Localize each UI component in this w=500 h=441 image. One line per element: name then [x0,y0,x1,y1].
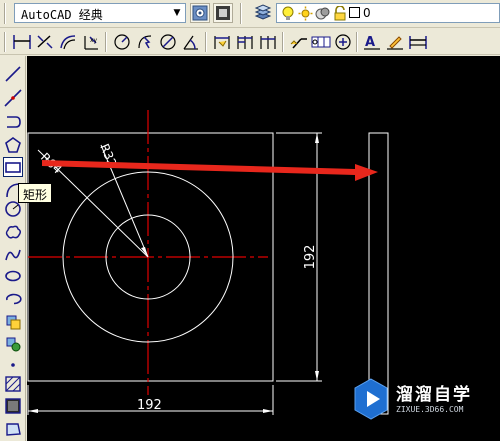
color-ring-icon[interactable] [315,6,331,21]
watermark: 溜溜自学 ZIXUE.3D66.COM [352,372,472,426]
layer-manager-icon[interactable] [253,3,273,23]
hatch-icon[interactable] [3,374,23,394]
ellipse-arc-icon[interactable] [3,289,23,309]
construction-line-icon[interactable] [3,88,23,108]
play-logo-icon [354,378,388,420]
dim-text-vertical: 192 [303,245,318,270]
separator [282,32,284,52]
dimension-edit-icon[interactable]: A [362,32,382,52]
ordinate-dimension-icon[interactable]: xy [81,32,101,52]
annotation-arrow [42,160,378,181]
chevron-down-icon[interactable]: ▼ [170,5,184,21]
workspace-toggle-icon[interactable] [213,3,233,23]
separator [205,32,207,52]
insert-block-icon[interactable] [3,312,23,332]
dim-arrow-top [315,133,319,143]
workspace-dropdown[interactable]: AutoCAD 经典 ▼ [14,3,186,23]
dimension-toolbar: xy A [0,29,500,55]
dimension-text-edit-icon[interactable] [385,32,405,52]
quick-leader-icon[interactable] [289,32,309,52]
continue-dimension-icon[interactable] [258,32,278,52]
gradient-icon[interactable] [3,396,23,416]
radius-dimension-icon[interactable] [112,32,132,52]
workspace-dropdown-value: AutoCAD 经典 [21,8,103,22]
polyline-icon[interactable] [3,112,23,132]
workspace-settings-icon[interactable] [190,3,210,23]
radius-arrowhead [141,247,148,257]
toolbar-grip[interactable] [4,3,6,24]
ellipse-icon[interactable] [3,266,23,286]
draw-toolbar [0,56,26,441]
rectangle-icon[interactable] [3,157,23,177]
layer-dropdown[interactable]: 0 [276,3,500,23]
separator [240,3,242,24]
watermark-subtitle: ZIXUE.3D66.COM [396,405,464,414]
spline-icon[interactable] [3,245,23,265]
svg-text:xy: xy [90,37,98,44]
quick-dimension-icon[interactable] [212,32,232,52]
tolerance-icon[interactable] [311,32,331,52]
tooltip: 矩形 [18,183,53,203]
lock-icon[interactable] [333,6,347,21]
dim-arrow-bottom [315,371,319,381]
dimension-update-icon[interactable] [408,32,428,52]
arc-length-icon[interactable] [58,32,78,52]
toolbar-grip[interactable] [4,32,6,52]
watermark-title: 溜溜自学 [396,385,472,405]
dim-arrow-right [263,409,273,413]
layer-name: 0 [363,6,371,20]
lightbulb-icon[interactable] [281,6,295,21]
make-block-icon[interactable] [3,334,23,354]
angular-dimension-icon[interactable] [181,32,201,52]
sun-icon[interactable] [298,6,313,21]
linear-dimension-icon[interactable] [12,32,32,52]
aligned-dimension-icon[interactable] [35,32,55,52]
center-mark-icon[interactable] [333,32,353,52]
jogged-dimension-icon[interactable] [135,32,155,52]
line-icon[interactable] [3,64,23,84]
separator [105,32,107,52]
revision-cloud-icon[interactable] [3,222,23,242]
svg-text:A: A [365,35,375,50]
color-square-icon[interactable] [349,7,360,18]
polygon-icon[interactable] [3,135,23,155]
workspace-toolbar: AutoCAD 经典 ▼ 0 [0,0,500,28]
dim-arrow-left [28,409,38,413]
region-icon[interactable] [3,419,23,439]
diameter-dimension-icon[interactable] [158,32,178,52]
baseline-dimension-icon[interactable] [235,32,255,52]
point-icon[interactable] [3,355,23,375]
dim-text-horizontal: 192 [137,398,162,413]
separator [356,32,358,52]
